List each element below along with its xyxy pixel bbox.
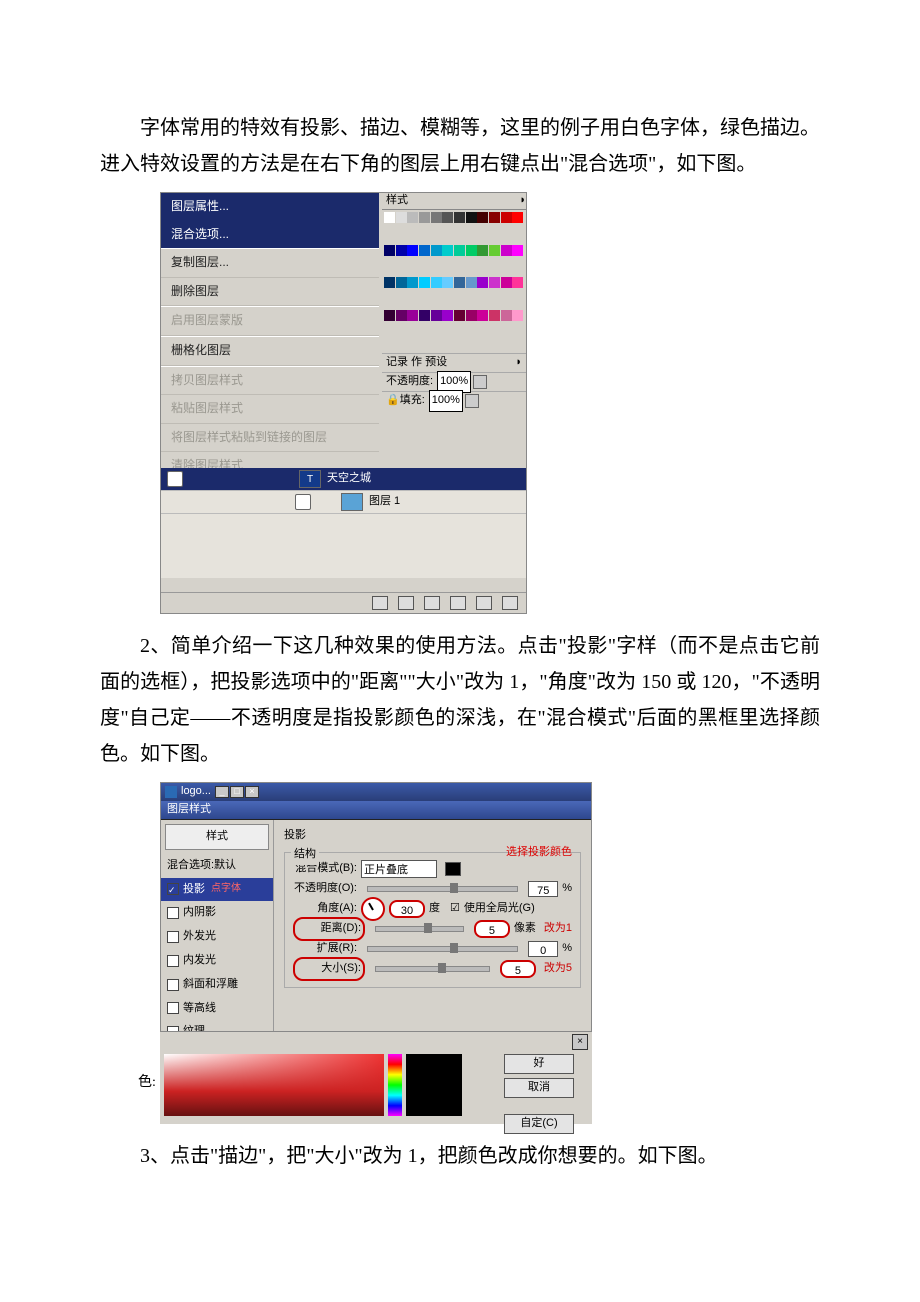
opacity-label: 不透明度: [386, 372, 433, 392]
ctx-copy-style: 拷贝图层样式 [161, 366, 379, 396]
swatch-grid[interactable] [382, 210, 526, 344]
adjustment-icon[interactable] [450, 596, 466, 610]
percent-unit: % [562, 879, 572, 899]
custom-button[interactable]: 自定(C) [504, 1114, 574, 1134]
text-layer-thumb: T [299, 470, 321, 488]
ctx-layer-props[interactable]: 图层属性... [161, 193, 379, 221]
new-layer-icon[interactable] [476, 596, 492, 610]
distance-label: 距离(D): [293, 917, 365, 941]
distance-slider[interactable] [375, 926, 464, 932]
style-outer-glow[interactable]: 外发光 [161, 925, 273, 949]
fill-label: 填充: [400, 391, 425, 411]
paragraph-2: 2、简单介绍一下这几种效果的使用方法。点击"投影"字样（而不是点击它前面的选框）… [100, 628, 820, 772]
layers-panel-header: 记录 作 预设 ◗ 不透明度: 100% 🔒 填充: 100% [382, 353, 526, 410]
opacity-value[interactable]: 75 [528, 881, 558, 897]
angle-value[interactable]: 30 [389, 900, 425, 918]
styles-list-head[interactable]: 样式 [165, 824, 269, 850]
opacity-slider[interactable] [367, 886, 518, 892]
size-label: 大小(S): [293, 957, 365, 981]
visibility-icon[interactable] [295, 494, 311, 510]
layer-row-1[interactable]: 图层 1 [161, 491, 526, 514]
context-menu: 图层属性... 混合选项... 复制图层... 删除图层 启用图层蒙版 栅格化图… [161, 193, 379, 481]
fx-icon[interactable] [372, 596, 388, 610]
annotation: 点字体 [211, 880, 241, 898]
ctx-enable-mask: 启用图层蒙版 [161, 306, 379, 336]
minimize-icon[interactable]: _ [215, 786, 229, 798]
structure-group: 结构 选择投影颜色 混合模式(B): 正片叠底 不透明度(O): 75 % [284, 852, 581, 988]
fill-value[interactable]: 100% [429, 390, 463, 412]
size-value[interactable]: 5 [500, 960, 536, 978]
styles-list: 样式 混合选项:默认 投影 点字体 内阴影 外发光 内发光 斜面和浮雕 等高线 … [161, 820, 274, 1050]
app-icon [165, 786, 177, 798]
figure-layer-style-dialog: logo... _ □ × 图层样式 样式 混合选项:默认 投影 点字体 [160, 782, 592, 1124]
color-picker: × 好 取消 自定(C) [160, 1031, 592, 1124]
spread-value[interactable]: 0 [528, 941, 558, 957]
degree-unit: 度 [429, 899, 440, 919]
layers-list: T 天空之城 图层 1 [161, 468, 526, 578]
close-icon[interactable]: × [245, 786, 259, 798]
styles-tab-label[interactable]: 样式 [386, 191, 408, 211]
angle-label: 角度(A): [293, 899, 357, 919]
panel-menu-icon[interactable]: ◗ [519, 191, 526, 211]
global-light-label: 使用全局光(G) [464, 899, 535, 919]
panel-menu-icon[interactable]: ◗ [515, 353, 522, 373]
style-default[interactable]: 混合选项:默认 [161, 854, 273, 878]
cancel-button[interactable]: 取消 [504, 1078, 574, 1098]
layer-name[interactable]: 图层 1 [369, 492, 400, 512]
spread-slider[interactable] [367, 946, 518, 952]
opacity-label: 不透明度(O): [293, 879, 357, 899]
layers-tabs[interactable]: 记录 作 预设 [386, 353, 447, 373]
style-drop-shadow[interactable]: 投影 点字体 [161, 878, 273, 902]
style-contour[interactable]: 等高线 [161, 997, 273, 1021]
blend-mode-select[interactable]: 正片叠底 [361, 860, 437, 878]
size-slider[interactable] [375, 966, 490, 972]
px-unit: 像素 [514, 919, 536, 939]
fill-flyout-icon[interactable] [465, 394, 479, 408]
maximize-icon[interactable]: □ [230, 786, 244, 798]
checkbox-icon[interactable] [167, 883, 179, 895]
window-title: logo... [181, 782, 211, 802]
distance-value[interactable]: 5 [474, 920, 510, 938]
trash-icon[interactable] [502, 596, 518, 610]
dialog-title: 图层样式 [161, 801, 591, 820]
color-swatch[interactable] [445, 862, 461, 876]
layers-toolbar [161, 592, 526, 613]
annotation-change5: 改为5 [544, 959, 572, 979]
figure-context-menu: 图层属性... 混合选项... 复制图层... 删除图层 启用图层蒙版 栅格化图… [160, 192, 527, 614]
ctx-rasterize[interactable]: 栅格化图层 [161, 336, 379, 366]
color-preview [406, 1054, 462, 1116]
ok-button[interactable]: 好 [504, 1054, 574, 1074]
paragraph-3: 3、点击"描边"，把"大小"改为 1，把颜色改成你想要的。如下图。 [100, 1138, 820, 1174]
layer-thumb [341, 493, 363, 511]
percent-unit: % [562, 939, 572, 959]
angle-dial[interactable] [361, 897, 385, 921]
ctx-paste-style: 粘贴图层样式 [161, 395, 379, 424]
hue-slider[interactable] [388, 1054, 402, 1116]
style-inner-glow[interactable]: 内发光 [161, 949, 273, 973]
style-bevel[interactable]: 斜面和浮雕 [161, 973, 273, 997]
ctx-paste-linked: 将图层样式粘贴到链接的图层 [161, 424, 379, 453]
annotation-change1: 改为1 [544, 919, 572, 939]
spread-label: 扩展(R): [293, 939, 357, 959]
styles-panel: 样式 ◗ [382, 193, 526, 344]
window-titlebar: logo... _ □ × [161, 783, 591, 801]
group-label: 结构 [291, 845, 319, 865]
global-light-checkbox[interactable]: ☑ [450, 899, 460, 919]
style-inner-shadow[interactable]: 内阴影 [161, 901, 273, 925]
ctx-delete-layer[interactable]: 删除图层 [161, 278, 379, 307]
close-icon[interactable]: × [572, 1034, 588, 1050]
color-label: 色: [138, 1070, 156, 1095]
ctx-duplicate-layer[interactable]: 复制图层... [161, 248, 379, 278]
layer-name[interactable]: 天空之城 [327, 469, 371, 489]
paragraph-1: 字体常用的特效有投影、描边、模糊等，这里的例子用白色字体，绿色描边。进入特效设置… [100, 110, 820, 182]
annotation-color: 选择投影颜色 [506, 843, 572, 863]
opacity-flyout-icon[interactable] [473, 375, 487, 389]
visibility-icon[interactable] [167, 471, 183, 487]
mask-icon[interactable] [398, 596, 414, 610]
folder-icon[interactable] [424, 596, 440, 610]
lock-icon[interactable]: 🔒 [386, 391, 400, 411]
layer-row-text[interactable]: T 天空之城 [161, 468, 526, 491]
ctx-blending-options[interactable]: 混合选项... [161, 221, 379, 249]
color-field[interactable] [164, 1054, 384, 1116]
